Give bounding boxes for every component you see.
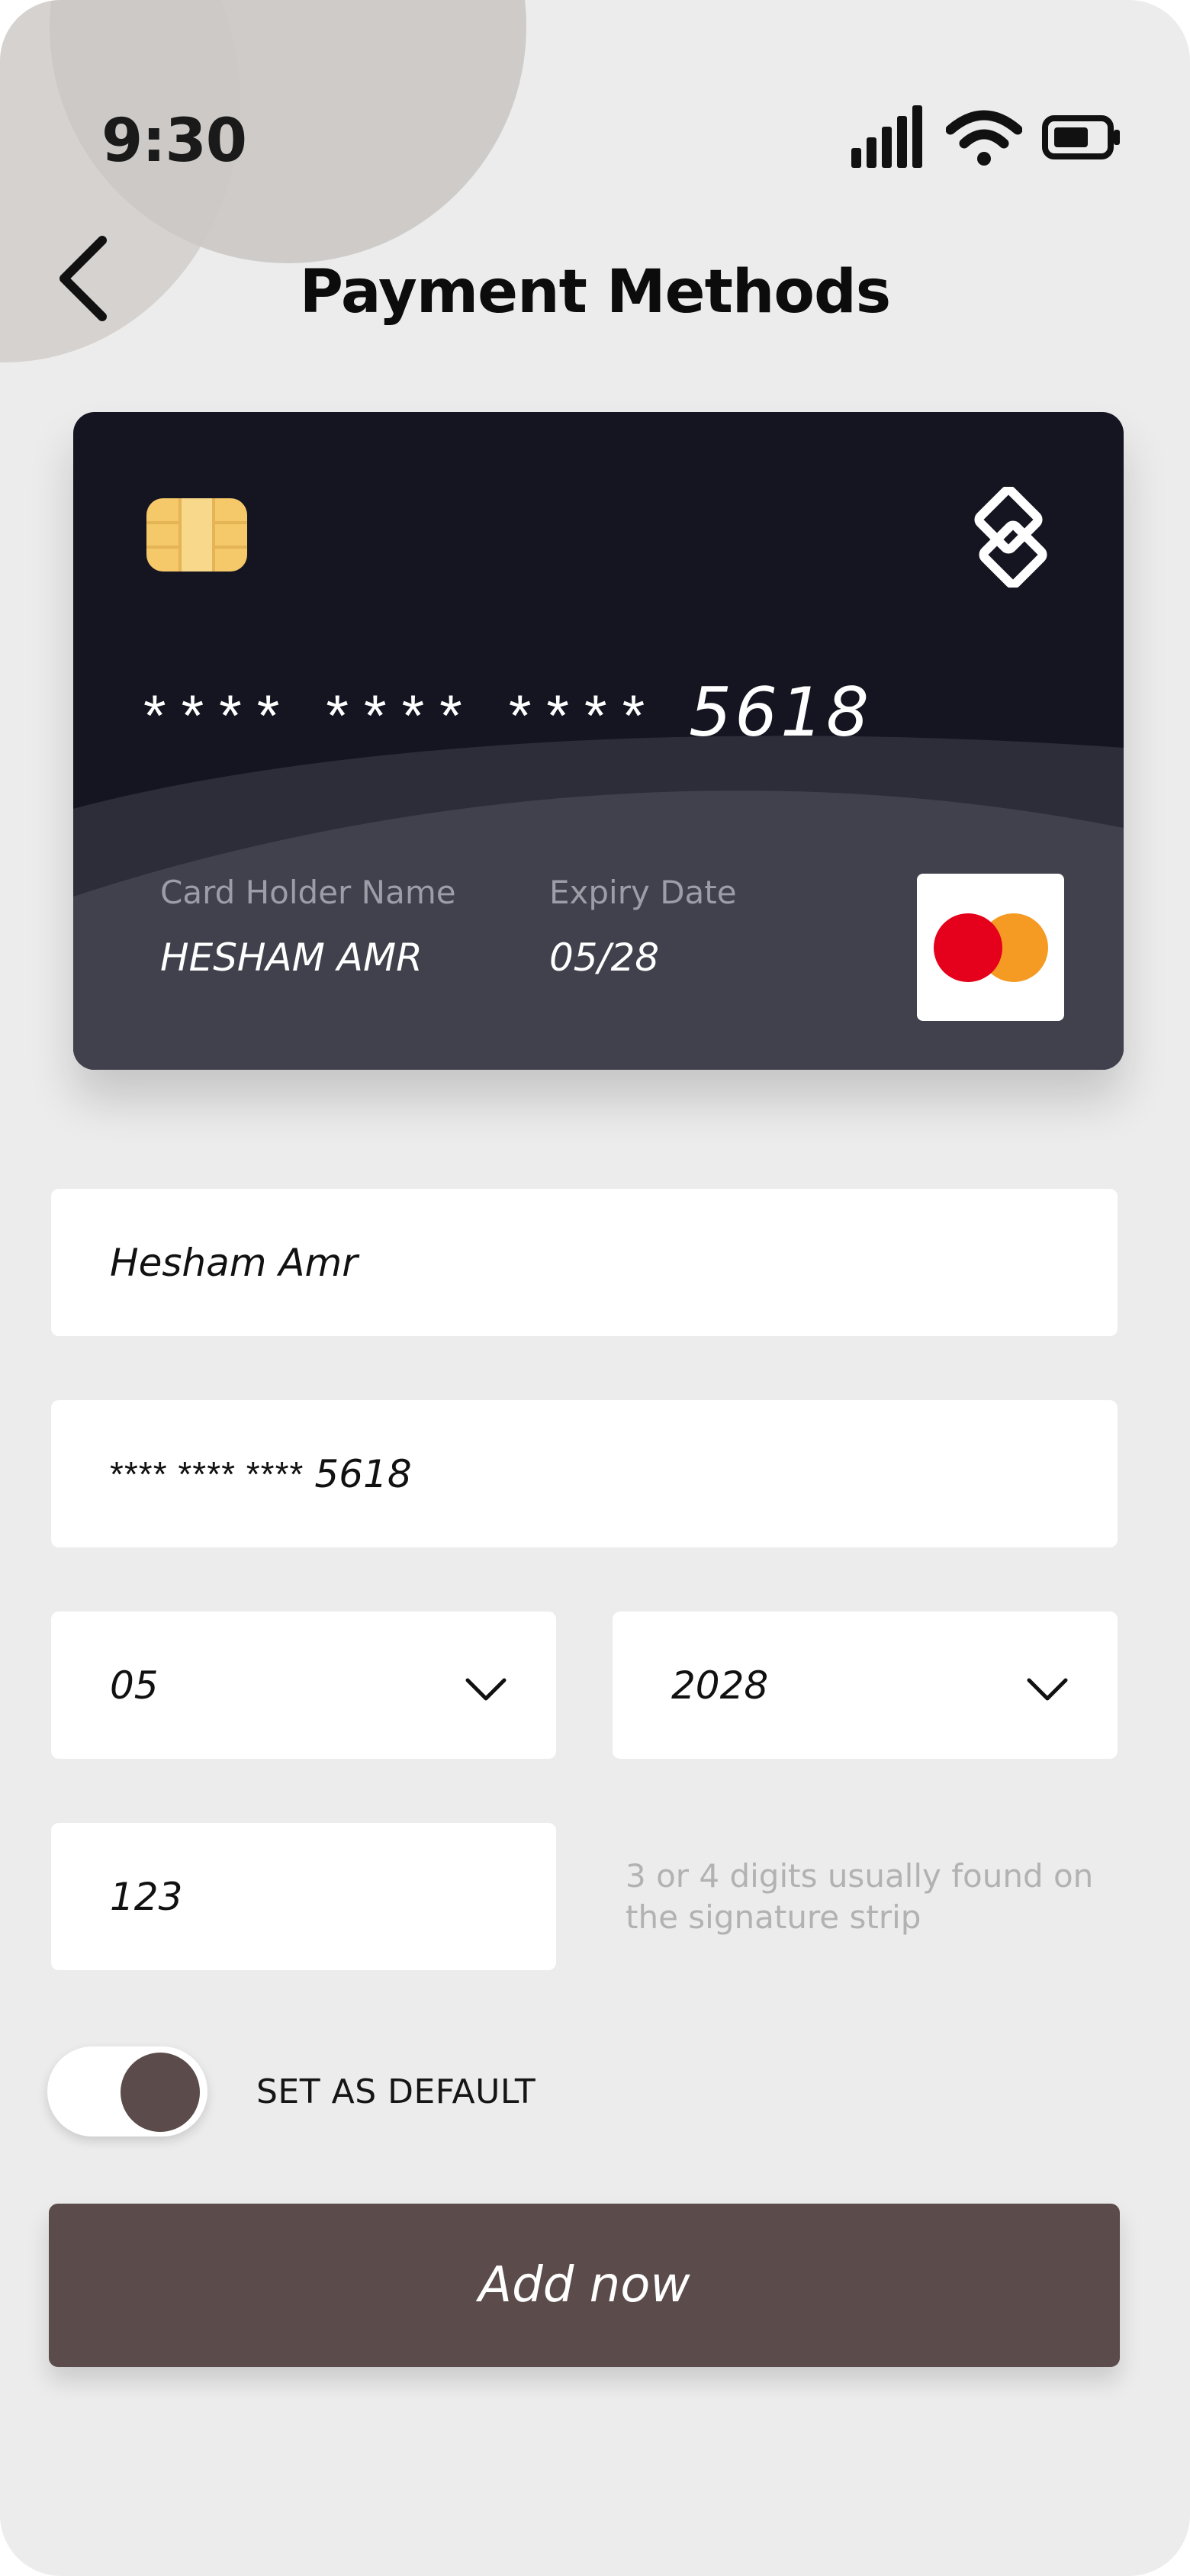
card-number-field-mask: **** **** ****	[110, 1454, 304, 1494]
status-time: 9:30	[101, 107, 247, 175]
expiry-date-label: Expiry Date	[549, 874, 737, 911]
expiry-date-value: 05/28	[549, 935, 660, 980]
card-number: **** **** **** 5618	[143, 673, 872, 752]
cardholder-name-field[interactable]: Hesham Amr	[51, 1189, 1118, 1336]
card-preview: **** **** **** 5618 Card Holder Name HES…	[73, 412, 1124, 1070]
status-icons	[851, 105, 1121, 169]
mastercard-icon	[917, 874, 1064, 1021]
signal-icon	[851, 105, 922, 168]
add-now-button[interactable]: Add now	[49, 2204, 1120, 2367]
cvv-value: 123	[110, 1874, 183, 1919]
chevron-down-icon	[465, 1678, 507, 1701]
toggle-knob	[121, 2053, 200, 2132]
default-toggle[interactable]	[47, 2046, 207, 2136]
card-number-last4: 5618	[689, 673, 873, 752]
default-toggle-label: SET AS DEFAULT	[256, 2072, 536, 2111]
expiry-month-value: 05	[110, 1663, 159, 1708]
expiry-year-select[interactable]: 2028	[613, 1612, 1118, 1759]
card-holder-name: HESHAM AMR	[160, 935, 423, 980]
wifi-icon	[946, 110, 1022, 166]
card-number-mask: **** **** ****	[143, 684, 661, 749]
cardholder-name-value: Hesham Amr	[110, 1240, 358, 1285]
expiry-month-select[interactable]: 05	[51, 1612, 556, 1759]
card-holder-label: Card Holder Name	[160, 874, 456, 911]
expiry-year-value: 2028	[671, 1663, 769, 1708]
card-number-field[interactable]: **** **** **** 5618	[51, 1400, 1118, 1547]
chevron-down-icon	[1027, 1678, 1068, 1701]
cvv-hint: 3 or 4 digits usually found on the signa…	[626, 1857, 1094, 1936]
card-chip	[146, 498, 247, 572]
logo-icon	[974, 487, 1047, 588]
cvv-field[interactable]: 123	[51, 1823, 556, 1970]
battery-icon	[1042, 115, 1120, 159]
page-title: Payment Methods	[299, 258, 891, 327]
payment-methods-screen: 9:30 Payment Methods **** **** **** 5618…	[0, 0, 1190, 2576]
card-number-field-last4: 5618	[314, 1451, 412, 1496]
